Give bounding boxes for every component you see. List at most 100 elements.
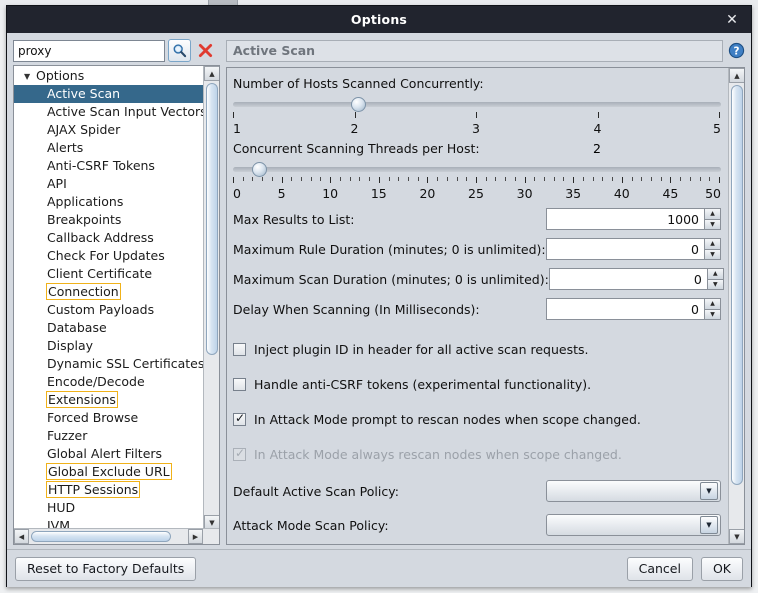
settings-scroll-thumb[interactable] xyxy=(731,85,743,485)
checkbox-row-2[interactable]: In Attack Mode prompt to rescan nodes wh… xyxy=(233,402,721,437)
slider-track[interactable] xyxy=(233,167,721,172)
spinner-input[interactable] xyxy=(546,298,704,320)
ok-button[interactable]: OK xyxy=(700,556,743,581)
sidebar-item-forced-browse[interactable]: Forced Browse xyxy=(14,409,204,427)
scan-policy-select-1[interactable]: ▼ xyxy=(546,514,721,536)
slider-major-tick xyxy=(719,177,720,183)
slider-track[interactable] xyxy=(233,102,721,107)
spinner-increment-icon[interactable]: ▲ xyxy=(704,238,721,249)
spinner-decrement-icon[interactable]: ▼ xyxy=(706,278,724,290)
spinner-input[interactable] xyxy=(546,208,704,230)
sidebar-item-custom-payloads[interactable]: Custom Payloads xyxy=(14,301,204,319)
quantity-stepper[interactable]: ▲▼ xyxy=(548,268,724,290)
sidebar-item-label: Active Scan xyxy=(47,86,121,101)
spinner-decrement-icon[interactable]: ▼ xyxy=(704,248,721,260)
slider-minor-tick xyxy=(592,177,594,181)
tree-scroll-thumb[interactable] xyxy=(206,83,218,355)
slider-minor-tick xyxy=(320,177,322,181)
sidebar-item-active-scan-input-vectors[interactable]: Active Scan Input Vectors xyxy=(14,103,204,121)
sidebar-item-database[interactable]: Database xyxy=(14,319,204,337)
slider-tick-labels: 0 5 10 15 20 25 30 35 40 45 50 xyxy=(233,186,721,202)
sidebar-item-api[interactable]: API xyxy=(14,175,204,193)
checkbox-row-0[interactable]: Inject plugin ID in header for all activ… xyxy=(233,332,721,367)
panel-title: Active Scan xyxy=(226,39,723,62)
settings-vertical-scrollbar[interactable]: ▲ ▼ xyxy=(728,68,744,544)
options-tree[interactable]: ▼ Options Active Scan Active Scan Input Vec… xyxy=(14,66,204,532)
spinner-increment-icon[interactable]: ▲ xyxy=(706,268,724,279)
help-icon[interactable]: ? xyxy=(727,42,745,60)
slider-minor-tick xyxy=(301,177,303,181)
slider-minor-tick xyxy=(582,177,584,181)
slider-tick-label: 10 xyxy=(322,186,339,201)
sidebar-item-connection[interactable]: Connection xyxy=(14,283,204,301)
panel-header: Active Scan ? xyxy=(226,38,745,63)
slider-tick-label: 4 xyxy=(593,121,602,136)
sidebar-item-callback-address[interactable]: Callback Address xyxy=(14,229,204,247)
chevron-down-icon[interactable]: ▼ xyxy=(700,482,718,500)
sidebar-item-label: Database xyxy=(47,320,107,335)
checkbox-row-1[interactable]: Handle anti-CSRF tokens (experimental fu… xyxy=(233,367,721,402)
spinner-decrement-icon[interactable]: ▼ xyxy=(704,218,721,230)
sidebar-item-active-scan[interactable]: Active Scan xyxy=(14,85,204,103)
sidebar-item-dynamic-ssl-certificates[interactable]: Dynamic SSL Certificates xyxy=(14,355,204,373)
spinner-increment-icon[interactable]: ▲ xyxy=(704,208,721,219)
tree-root-options[interactable]: ▼ Options xyxy=(14,67,204,85)
sidebar-item-hud[interactable]: HUD xyxy=(14,499,204,517)
sidebar-item-extensions[interactable]: Extensions xyxy=(14,391,204,409)
slider-thumb[interactable] xyxy=(251,162,267,177)
checkbox-1[interactable] xyxy=(233,378,246,391)
spinner-buttons[interactable]: ▲ ▼ xyxy=(704,298,721,320)
spinner-decrement-icon[interactable]: ▼ xyxy=(704,308,721,320)
search-input[interactable] xyxy=(13,39,165,62)
slider-minor-tick xyxy=(271,177,273,181)
spinner-increment-icon[interactable]: ▲ xyxy=(704,298,721,309)
scan-policy-select-0[interactable]: ▼ xyxy=(546,480,721,502)
slider-minor-tick xyxy=(514,177,516,181)
settings-scroll-up-button[interactable]: ▲ xyxy=(729,68,744,83)
sidebar-item-display[interactable]: Display xyxy=(14,337,204,355)
scroll-right-button[interactable]: ▶ xyxy=(188,529,203,544)
chevron-down-icon[interactable]: ▼ xyxy=(24,68,36,86)
reset-to-factory-defaults-button[interactable]: Reset to Factory Defaults xyxy=(15,556,197,581)
quantity-stepper[interactable]: ▲▼ xyxy=(546,298,721,320)
slider-block-1: Concurrent Scanning Threads per Host: 2 0 5… xyxy=(233,139,721,202)
checkbox-0[interactable] xyxy=(233,343,246,356)
slider-thumb[interactable] xyxy=(351,97,367,112)
spinner-buttons[interactable]: ▲ ▼ xyxy=(706,268,724,290)
sidebar-item-http-sessions[interactable]: HTTP Sessions xyxy=(14,481,204,499)
sidebar-item-client-certificate[interactable]: Client Certificate xyxy=(14,265,204,283)
settings-scroll-down-button[interactable]: ▼ xyxy=(729,529,744,544)
quantity-stepper[interactable]: ▲▼ xyxy=(546,238,721,260)
sidebar-item-encode-decode[interactable]: Encode/Decode xyxy=(14,373,204,391)
cancel-button[interactable]: Cancel xyxy=(626,556,693,581)
tree-horizontal-scrollbar[interactable]: ◀ ▶ xyxy=(14,528,219,544)
clear-x-icon[interactable] xyxy=(194,39,217,62)
sidebar-item-global-exclude-url[interactable]: Global Exclude URL xyxy=(14,463,204,481)
tree-hscroll-thumb[interactable] xyxy=(31,531,171,542)
options-sidebar: ▼OptionsActive Scan Active Scan Input Vec… xyxy=(13,38,220,545)
tree-vertical-scrollbar[interactable]: ▲ ▼ xyxy=(203,66,219,530)
chevron-down-icon[interactable]: ▼ xyxy=(700,516,718,534)
spinner-input[interactable] xyxy=(548,268,707,290)
search-icon[interactable] xyxy=(168,39,191,62)
sidebar-item-fuzzer[interactable]: Fuzzer xyxy=(14,427,204,445)
close-icon[interactable]: ✕ xyxy=(723,11,741,29)
checkbox-2[interactable] xyxy=(233,411,246,426)
spinner-input[interactable] xyxy=(546,238,704,260)
slider-1[interactable] xyxy=(233,161,721,177)
slider-0[interactable] xyxy=(233,96,721,112)
sidebar-item-anti-csrf-tokens[interactable]: Anti-CSRF Tokens xyxy=(14,157,204,175)
sidebar-item-ajax-spider[interactable]: AJAX Spider xyxy=(14,121,204,139)
spinner-buttons[interactable]: ▲ ▼ xyxy=(704,238,721,260)
dialog-body: ▼OptionsActive ScanActive Scan Input Vec… xyxy=(7,33,751,587)
spinner-buttons[interactable]: ▲ ▼ xyxy=(704,208,721,230)
slider-minor-tick xyxy=(456,177,458,181)
sidebar-item-check-for-updates[interactable]: Check For Updates xyxy=(14,247,204,265)
scroll-up-button[interactable]: ▲ xyxy=(204,66,219,81)
sidebar-item-global-alert-filters[interactable]: Global Alert Filters xyxy=(14,445,204,463)
scroll-left-button[interactable]: ◀ xyxy=(14,529,29,544)
sidebar-item-breakpoints[interactable]: Breakpoints xyxy=(14,211,204,229)
sidebar-item-applications[interactable]: Applications xyxy=(14,193,204,211)
quantity-stepper[interactable]: ▲▼ xyxy=(546,208,721,230)
sidebar-item-alerts[interactable]: Alerts xyxy=(14,139,204,157)
